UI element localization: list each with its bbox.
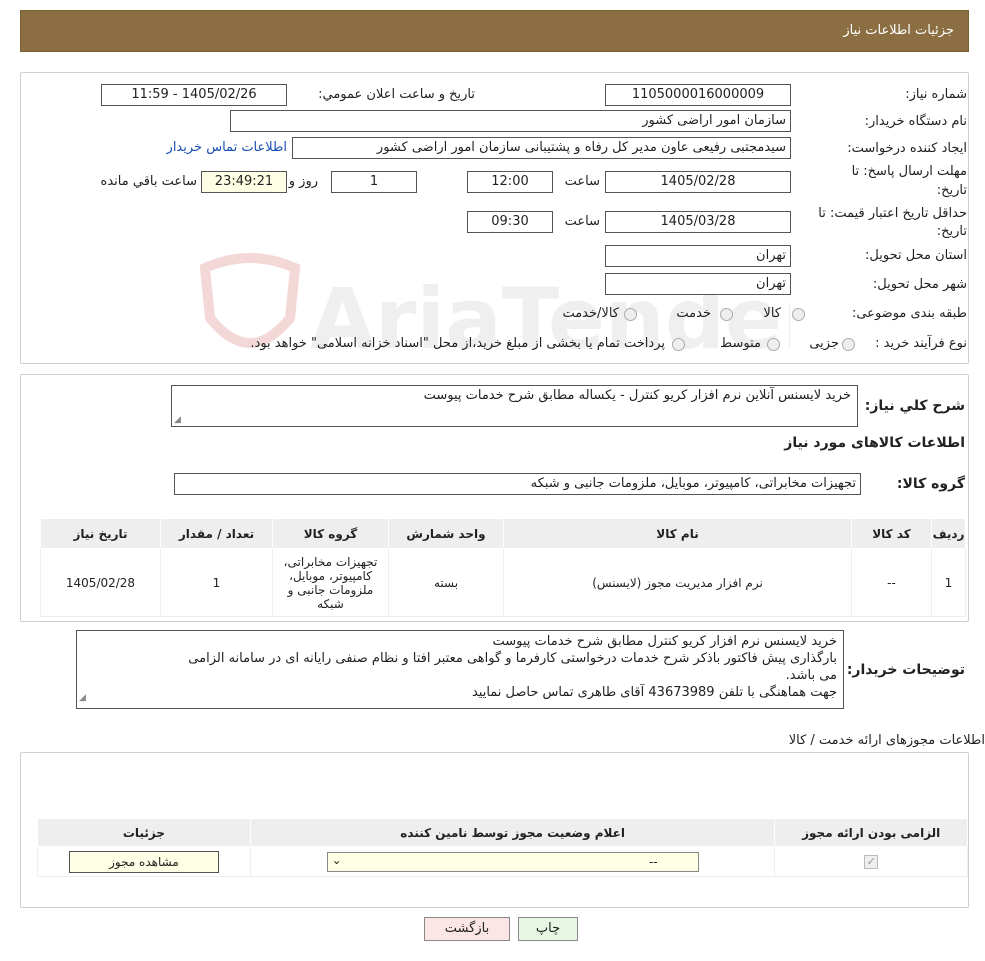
goods-table: ردیف کد کالا نام کالا واحد شمارش گروه کا…: [40, 518, 966, 617]
buyer-field: سازمان امور اراضی کشور: [230, 110, 791, 132]
col-unit: واحد شمارش: [388, 518, 504, 549]
license-required-cell: ✓: [774, 846, 968, 877]
category-both-label: کالا/خدمت: [562, 306, 619, 321]
resize-grip-icon[interactable]: ◢: [174, 415, 181, 425]
validity-date-field: 1405/03/28: [605, 211, 791, 233]
licenses-table: الزامی بودن ارائه مجوز اعلام وضعیت مجوز …: [37, 818, 968, 877]
category-label: طبقه بندی موضوعی:: [851, 306, 967, 321]
page-header: جزئیات اطلاعات نیاز: [20, 10, 969, 52]
goods-table-header: ردیف کد کالا نام کالا واحد شمارش گروه کا…: [40, 518, 966, 549]
process-label: نوع فرآیند خرید :: [875, 336, 967, 351]
goods-info-title: اطلاعات کالاهای مورد نیاز: [784, 435, 965, 451]
chevron-down-icon: ⌄: [331, 852, 342, 867]
print-button[interactable]: چاپ: [518, 917, 578, 941]
province-label: استان محل تحویل:: [865, 248, 967, 263]
creator-field: سیدمجتبی رفیعی عاون مدیر کل رفاه و پشتیب…: [292, 137, 791, 159]
announce-label: تاریخ و ساعت اعلان عمومي:: [318, 87, 475, 102]
table-row: ✓ -- ⌄ مشاهده مجوز: [37, 846, 968, 877]
col-row: ردیف: [931, 518, 966, 549]
category-service-radio[interactable]: [720, 308, 733, 321]
col-group: گروه کالا: [272, 518, 389, 549]
cell-group: تجهیزات مخابراتی، کامپیوتر، موبایل، ملزو…: [272, 548, 389, 617]
deadline-label: مهلت ارسال پاسخ: تا: [851, 164, 967, 179]
col-license-required: الزامی بودن ارائه مجوز: [774, 818, 968, 847]
announce-field: 1405/02/26 - 11:59: [101, 84, 287, 106]
license-details-cell: مشاهده مجوز: [37, 846, 251, 877]
need-number-label: شماره نیاز:: [905, 87, 967, 102]
notes-line-4: جهت هماهنگی با تلفن 43673989 آقای طاهری …: [471, 685, 837, 700]
select-value: --: [648, 854, 658, 869]
col-license-status: اعلام وضعیت مجوز توسط نامین کننده: [249, 818, 776, 847]
cell-row: 1: [931, 548, 966, 617]
cell-name: نرم افزار مدیریت مجوز (لایسنس): [503, 548, 852, 617]
buyer-contact-link[interactable]: اطلاعات تماس خریدار: [167, 140, 287, 155]
notes-line-3: می باشد.: [785, 668, 837, 683]
days-field: 1: [331, 171, 417, 193]
process-note: پرداخت تمام یا بخشی از مبلغ خرید،از محل …: [250, 336, 665, 351]
license-status-cell: -- ⌄: [249, 846, 776, 877]
licenses-title: اطلاعات مجوزهای ارائه خدمت / کالا: [788, 733, 985, 748]
buyer-notes-textarea[interactable]: خرید لایسنس نرم افزار کریو کنترل مطابق ش…: [76, 630, 844, 709]
deadline-label-date: تاریخ:: [936, 183, 967, 198]
category-goods-label: کالا: [763, 306, 781, 321]
category-service-label: خدمت: [676, 306, 711, 321]
cell-qty: 1: [160, 548, 273, 617]
process-partial-radio[interactable]: [842, 338, 855, 351]
remaining-label: ساعت باقي مانده: [100, 174, 197, 189]
resize-grip-icon[interactable]: ◢: [79, 690, 86, 707]
category-both-radio[interactable]: [624, 308, 637, 321]
process-partial-label: جزیی: [809, 336, 839, 351]
need-number-field: 1105000016000009: [605, 84, 791, 106]
deadline-time-label: ساعت: [564, 174, 600, 189]
page-title: جزئیات اطلاعات نیاز: [843, 23, 954, 38]
process-medium-label: متوسط: [720, 336, 761, 351]
col-qty: تعداد / مقدار: [160, 518, 273, 549]
category-goods-radio[interactable]: [792, 308, 805, 321]
creator-label: ایجاد کننده درخواست:: [847, 141, 967, 156]
validity-label-date: تاریخ:: [936, 224, 967, 239]
col-license-details: جزئیات: [37, 818, 251, 847]
city-label: شهر محل تحویل:: [872, 277, 967, 292]
cell-unit: بسته: [388, 548, 504, 617]
days-label: روز و: [288, 174, 318, 189]
deadline-date-field: 1405/02/28: [605, 171, 791, 193]
description-textarea[interactable]: خرید لایسنس آنلاین نرم افزار کریو کنترل …: [171, 385, 858, 427]
cell-code: --: [851, 548, 932, 617]
table-row: 1 -- نرم افزار مدیریت مجوز (لایسنس) بسته…: [40, 548, 966, 617]
view-license-button[interactable]: مشاهده مجوز: [68, 850, 219, 873]
goods-group-label: گروه کالا:: [896, 476, 965, 492]
notes-line-2: بارگذاری پیش فاکتور باذکر شرح خدمات درخو…: [188, 651, 837, 666]
province-field: تهران: [605, 245, 791, 267]
col-name: نام کالا: [503, 518, 852, 549]
city-field: تهران: [605, 273, 791, 295]
cell-date: 1405/02/28: [40, 548, 161, 617]
validity-time-field: 09:30: [467, 211, 553, 233]
description-text: خرید لایسنس آنلاین نرم افزار کریو کنترل …: [423, 388, 851, 403]
process-note-radio[interactable]: [672, 338, 685, 351]
col-code: کد کالا: [851, 518, 932, 549]
description-label: شرح کلي نیاز:: [864, 398, 965, 414]
deadline-time-field: 12:00: [467, 171, 553, 193]
validity-label: حداقل تاریخ اعتبار قیمت: تا: [818, 206, 967, 221]
validity-time-label: ساعت: [564, 214, 600, 229]
licenses-table-header: الزامی بودن ارائه مجوز اعلام وضعیت مجوز …: [37, 818, 968, 847]
goods-group-field: تجهیزات مخابراتی، کامپیوتر، موبایل، ملزو…: [174, 473, 861, 495]
remaining-time-field: 23:49:21: [201, 171, 287, 193]
license-status-select[interactable]: -- ⌄: [326, 851, 699, 872]
notes-line-1: خرید لایسنس نرم افزار کریو کنترل مطابق ش…: [492, 634, 838, 649]
buyer-label: نام دستگاه خریدار:: [864, 114, 967, 129]
process-medium-radio[interactable]: [767, 338, 780, 351]
buyer-notes-label: توضیحات خریدار:: [846, 662, 965, 678]
back-button[interactable]: بازگشت: [424, 917, 510, 941]
checkbox-checked-icon: ✓: [864, 855, 879, 869]
col-date: تاریخ نیاز: [40, 518, 161, 549]
